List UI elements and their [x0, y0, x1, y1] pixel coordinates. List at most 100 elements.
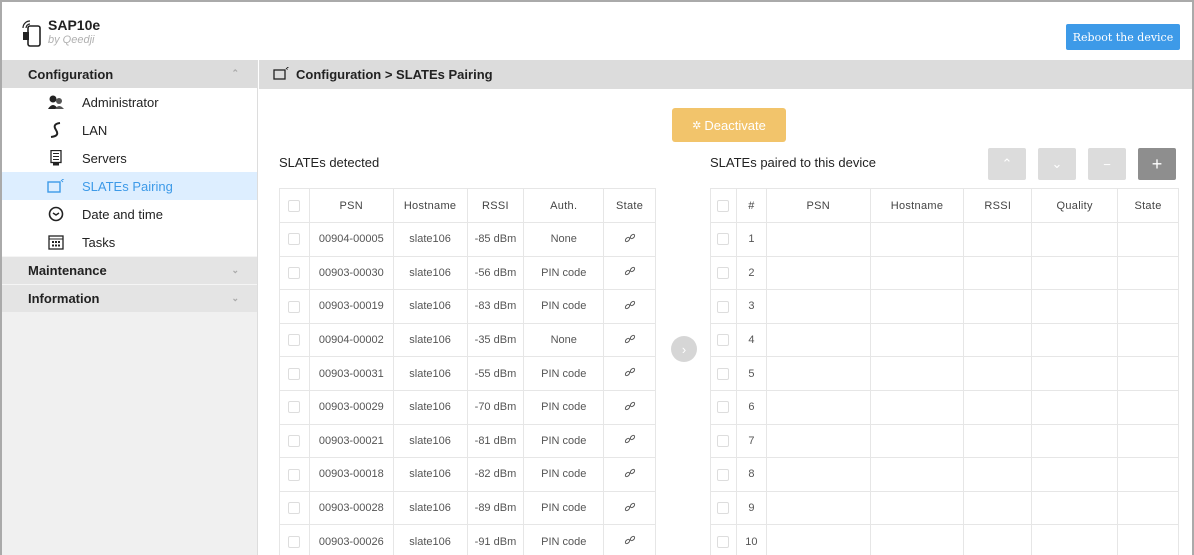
- row-checkbox[interactable]: [279, 255, 310, 291]
- sidebar-item-date-and-time[interactable]: Date and time: [2, 200, 257, 228]
- row-checkbox[interactable]: [710, 322, 737, 358]
- row-checkbox[interactable]: [279, 356, 310, 391]
- cell-empty: [963, 289, 1033, 324]
- table-row[interactable]: 6: [710, 389, 1179, 425]
- sidebar-item-tasks[interactable]: Tasks: [2, 228, 257, 256]
- sidebar-item-administrator[interactable]: Administrator: [2, 88, 257, 116]
- cell-hostname: slate106: [392, 356, 468, 391]
- reboot-button[interactable]: Reboot the device: [1066, 24, 1180, 50]
- row-checkbox[interactable]: [279, 389, 310, 425]
- move-up-button[interactable]: ⌃: [988, 148, 1026, 180]
- table-row[interactable]: 2: [710, 255, 1179, 291]
- table-row[interactable]: 00903-00031 slate106 -55 dBm PIN code: [279, 356, 656, 391]
- row-checkbox[interactable]: [279, 524, 310, 555]
- row-checkbox[interactable]: [710, 490, 737, 526]
- table-row[interactable]: 00903-00026 slate106 -91 dBm PIN code: [279, 524, 656, 555]
- chevron-down-icon: ⌄: [1051, 156, 1063, 171]
- cell-rssi: -91 dBm: [466, 524, 525, 555]
- cell-empty: [869, 322, 965, 358]
- row-checkbox[interactable]: [710, 255, 737, 291]
- cell-number: 7: [735, 423, 767, 459]
- move-down-button[interactable]: ⌄: [1038, 148, 1076, 180]
- cell-empty: [1117, 490, 1179, 526]
- link-icon: [603, 322, 656, 358]
- chevron-up-icon: ⌃: [1001, 156, 1013, 171]
- table-row[interactable]: 9: [710, 490, 1179, 526]
- row-checkbox[interactable]: [279, 490, 310, 526]
- cell-empty: [765, 222, 871, 257]
- chevron-up-icon: ⌃: [231, 68, 239, 78]
- column-header-hostname: Hostname: [392, 188, 468, 223]
- sidebar-item-label: Servers: [82, 150, 127, 166]
- row-checkbox[interactable]: [710, 289, 737, 324]
- table-header-row: PSN Hostname RSSI Auth. State: [279, 188, 656, 223]
- cell-psn: 00903-00026: [308, 524, 394, 555]
- cell-empty: [765, 389, 871, 425]
- row-checkbox[interactable]: [710, 389, 737, 425]
- chevron-down-icon: ⌄: [231, 265, 239, 275]
- cell-psn: 00904-00005: [308, 222, 394, 257]
- table-row[interactable]: 7: [710, 423, 1179, 459]
- cell-empty: [1031, 222, 1119, 257]
- cell-empty: [1117, 524, 1179, 555]
- cell-empty: [869, 389, 965, 425]
- sidebar: Configuration ⌃ Administrator LAN Server…: [2, 60, 258, 555]
- cell-empty: [963, 524, 1033, 555]
- breadcrumb-text: Configuration > SLATEs Pairing: [296, 67, 493, 82]
- row-checkbox[interactable]: [710, 457, 737, 492]
- cell-psn: 00903-00031: [308, 356, 394, 391]
- cell-empty: [1031, 490, 1119, 526]
- cell-psn: 00903-00021: [308, 423, 394, 459]
- table-row[interactable]: 00903-00021 slate106 -81 dBm PIN code: [279, 423, 656, 459]
- row-checkbox[interactable]: [279, 222, 310, 257]
- sidebar-section-configuration[interactable]: Configuration ⌃: [2, 60, 257, 88]
- sidebar-item-slates-pairing[interactable]: SLATEs Pairing: [2, 172, 257, 200]
- row-checkbox[interactable]: [710, 524, 737, 555]
- cell-empty: [963, 389, 1033, 425]
- cell-empty: [1031, 356, 1119, 391]
- cell-empty: [963, 222, 1033, 257]
- row-checkbox[interactable]: [279, 423, 310, 459]
- slate-pairing-icon: [46, 177, 66, 195]
- table-row[interactable]: 1: [710, 222, 1179, 257]
- table-row[interactable]: 00903-00028 slate106 -89 dBm PIN code: [279, 490, 656, 526]
- cell-empty: [963, 423, 1033, 459]
- row-checkbox[interactable]: [279, 322, 310, 358]
- cell-auth: PIN code: [523, 356, 605, 391]
- cell-empty: [963, 490, 1033, 526]
- table-row[interactable]: 5: [710, 356, 1179, 391]
- cell-hostname: slate106: [392, 322, 468, 358]
- add-button[interactable]: +: [1138, 148, 1176, 180]
- select-all-checkbox[interactable]: [710, 188, 737, 223]
- row-checkbox[interactable]: [710, 423, 737, 459]
- deactivate-button[interactable]: ✲ Deactivate: [672, 108, 786, 142]
- table-row[interactable]: 8: [710, 457, 1179, 492]
- cell-empty: [869, 289, 965, 324]
- table-row[interactable]: 00904-00005 slate106 -85 dBm None: [279, 222, 656, 257]
- row-checkbox[interactable]: [710, 356, 737, 391]
- table-row[interactable]: 3: [710, 289, 1179, 324]
- cell-empty: [1031, 423, 1119, 459]
- sidebar-item-lan[interactable]: LAN: [2, 116, 257, 144]
- row-checkbox[interactable]: [279, 457, 310, 492]
- row-checkbox[interactable]: [710, 222, 737, 257]
- table-row[interactable]: 00903-00018 slate106 -82 dBm PIN code: [279, 457, 656, 492]
- cell-empty: [1117, 255, 1179, 291]
- move-right-button[interactable]: ›: [671, 336, 697, 362]
- table-row[interactable]: 10: [710, 524, 1179, 555]
- sidebar-section-maintenance[interactable]: Maintenance ⌄: [2, 256, 257, 284]
- select-all-checkbox[interactable]: [279, 188, 310, 223]
- paired-table: # PSN Hostname RSSI Quality State 123456…: [710, 188, 1179, 555]
- table-row[interactable]: 4: [710, 322, 1179, 358]
- table-row[interactable]: 00903-00029 slate106 -70 dBm PIN code: [279, 389, 656, 425]
- table-row[interactable]: 00903-00030 slate106 -56 dBm PIN code: [279, 255, 656, 291]
- cell-rssi: -82 dBm: [466, 457, 525, 492]
- sidebar-section-information[interactable]: Information ⌄: [2, 284, 257, 312]
- sidebar-item-servers[interactable]: Servers: [2, 144, 257, 172]
- table-row[interactable]: 00904-00002 slate106 -35 dBm None: [279, 322, 656, 358]
- row-checkbox[interactable]: [279, 289, 310, 324]
- remove-button[interactable]: −: [1088, 148, 1126, 180]
- table-row[interactable]: 00903-00019 slate106 -83 dBm PIN code: [279, 289, 656, 324]
- sidebar-section-label: Information: [28, 291, 100, 306]
- cell-hostname: slate106: [392, 457, 468, 492]
